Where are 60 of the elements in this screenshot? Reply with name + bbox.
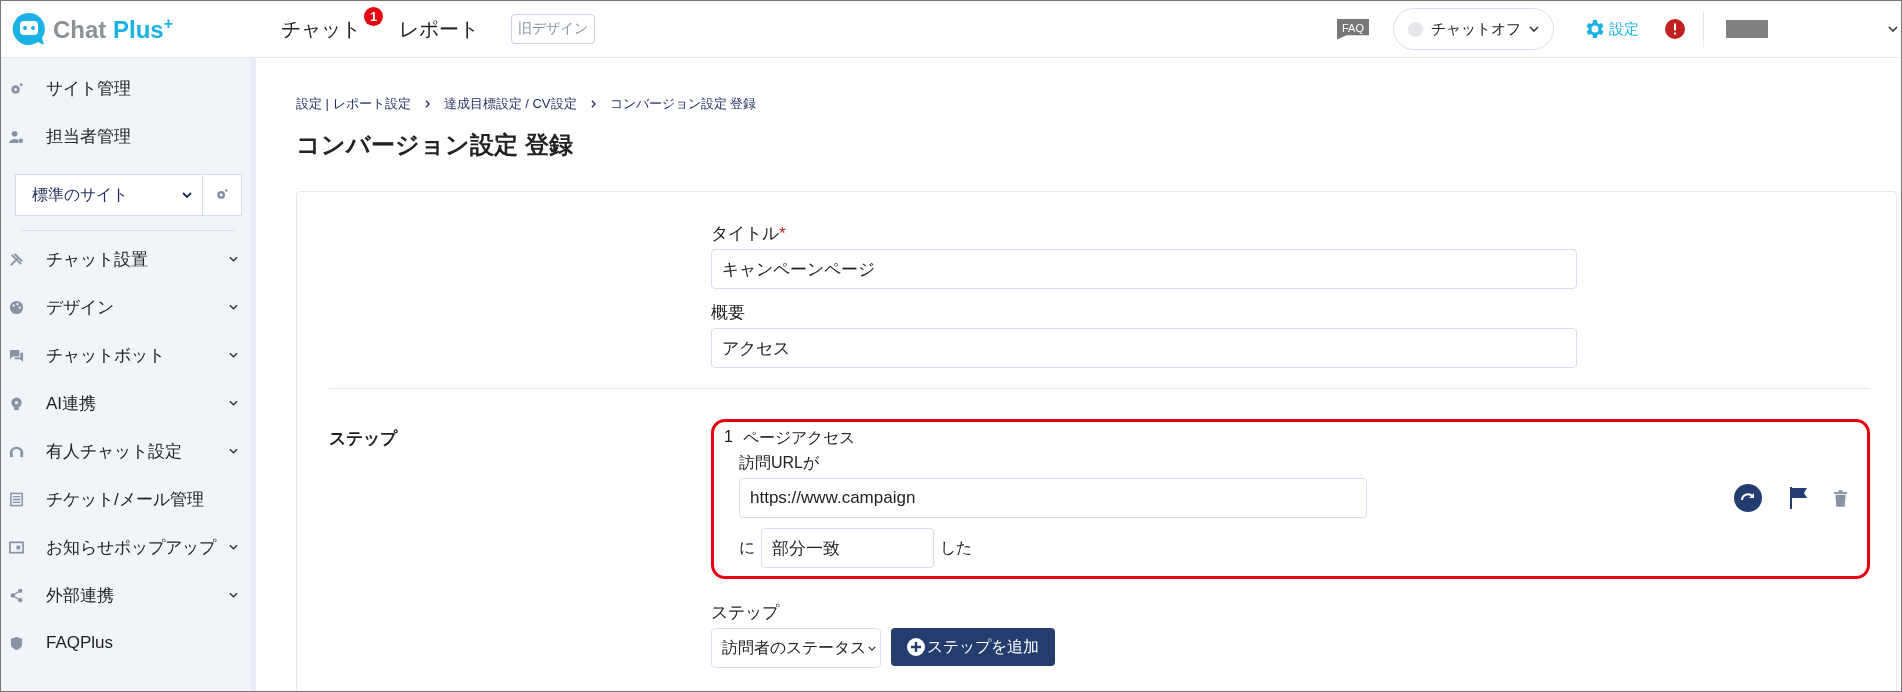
step-type-select[interactable]: 訪問者のステータス: [711, 628, 881, 668]
shield-icon: [9, 635, 24, 651]
person-gear-icon: [9, 128, 24, 144]
tools-icon: [9, 251, 24, 267]
breadcrumb-link[interactable]: 達成目標設定 / CV設定: [443, 95, 577, 113]
flag-icon[interactable]: [1788, 486, 1808, 510]
condition-label: 訪問URLが: [739, 453, 820, 473]
sidebar-item[interactable]: チケット/メール管理: [1, 475, 250, 523]
window-icon: [9, 539, 24, 555]
redo-icon[interactable]: [1734, 484, 1762, 512]
sidebar-item[interactable]: デザイン: [1, 283, 250, 331]
chat-icon: [9, 347, 24, 363]
sidebar-item[interactable]: お知らせポップアップ: [1, 523, 250, 571]
page-title: コンバージョン設定 登録: [296, 130, 574, 160]
field-label: ステップ: [711, 602, 779, 624]
logo-text: Chat Plus$^{+}$: [53, 14, 174, 44]
bulb-icon: [9, 395, 24, 411]
table-icon: [9, 491, 24, 507]
alert-icon[interactable]: [1665, 19, 1685, 39]
required-mark: *: [779, 224, 786, 243]
section-label: ステップ: [329, 428, 399, 450]
gear-icon: [9, 80, 24, 96]
chevron-down-icon: [868, 645, 876, 651]
url-input[interactable]: https://www.campaign: [739, 478, 1367, 518]
add-step-button[interactable]: ステップを追加: [891, 628, 1055, 666]
field-label: 概要: [711, 302, 745, 324]
gear-icon: [215, 186, 229, 201]
chevron-right-icon: [590, 100, 596, 108]
step-number: 1: [724, 428, 733, 447]
sidebar-item[interactable]: 有人チャット設定: [1, 427, 250, 475]
suffix-text: した: [940, 537, 972, 558]
sidebar-item[interactable]: チャット設置: [1, 235, 250, 283]
sidebar-item[interactable]: FAQPlus: [1, 619, 250, 667]
notification-badge: 1: [364, 6, 383, 26]
match-type-input[interactable]: 部分一致: [761, 528, 934, 568]
chevron-down-icon: [1529, 26, 1539, 32]
chat-bubble-logo-icon: [11, 11, 47, 47]
sidebar-item[interactable]: チャットボット: [1, 331, 250, 379]
redacted-user-block: [1726, 20, 1768, 38]
text-input[interactable]: キャンペーンページ: [711, 249, 1577, 289]
sidebar-item[interactable]: 外部連携: [1, 571, 250, 619]
trash-icon[interactable]: [1834, 489, 1847, 507]
sidebar-item[interactable]: サイト管理: [1, 64, 250, 112]
step-title: ページアクセス: [742, 428, 855, 448]
particle-text: に: [739, 537, 755, 558]
field-label: タイトル*: [711, 223, 786, 245]
chevron-down-icon: [182, 192, 192, 198]
plus-circle-icon: [907, 638, 925, 656]
chevron-down-icon[interactable]: [1888, 26, 1898, 32]
share-icon: [9, 587, 24, 603]
breadcrumb-link[interactable]: 設定 | レポート設定: [296, 95, 411, 113]
chat-status-dropdown[interactable]: チャットオフ: [1393, 8, 1554, 50]
breadcrumb-link[interactable]: コンバージョン設定 登録: [609, 95, 757, 113]
nav-link[interactable]: レポート: [399, 15, 479, 43]
palette-icon: [9, 299, 24, 315]
sidebar-item[interactable]: 担当者管理: [1, 112, 250, 160]
text-input[interactable]: アクセス: [711, 328, 1577, 368]
faq-icon[interactable]: FAQ: [1337, 18, 1369, 40]
sidebar-item[interactable]: AI連携: [1, 379, 250, 427]
chevron-right-icon: [424, 100, 430, 108]
